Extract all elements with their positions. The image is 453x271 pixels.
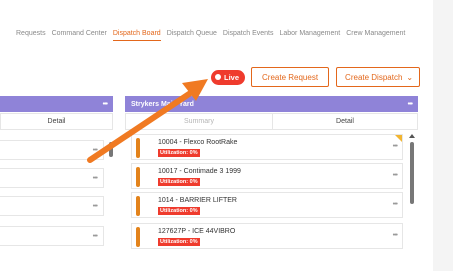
more-dots-icon[interactable]: ••• (393, 172, 398, 179)
more-dots-icon[interactable]: ••• (393, 143, 398, 150)
nav-item-requests[interactable]: Requests (16, 27, 46, 41)
equipment-card[interactable]: 1014 - BARRIER LIFTER Utilization: 0% ••… (131, 192, 403, 218)
left-column-subheader: Detail (0, 113, 113, 130)
chevron-down-icon: ⌄ (406, 72, 414, 82)
column-title: Strykers Main Yard (131, 100, 194, 108)
card-title: 10004 - Flexco RootRake (158, 139, 238, 146)
right-scroll-thumb[interactable] (410, 142, 414, 204)
scroll-up-icon[interactable] (409, 134, 415, 138)
top-nav: Requests Command Center Dispatch Board D… (0, 27, 411, 41)
right-column-subheader: Summary Detail (125, 113, 418, 130)
nav-item-dispatch-board[interactable]: Dispatch Board (112, 27, 161, 41)
left-list-item[interactable]: ••• (0, 168, 104, 188)
left-scroll-thumb[interactable] (109, 142, 113, 157)
live-toggle[interactable]: Live (211, 69, 246, 85)
detail-tab[interactable]: Detail (273, 118, 417, 125)
more-dots-icon[interactable]: ••• (93, 203, 98, 210)
corner-flag-icon (395, 135, 402, 142)
card-status-bar (136, 167, 140, 187)
page: Requests Command Center Dispatch Board D… (0, 0, 433, 271)
more-dots-icon[interactable]: ••• (93, 175, 98, 182)
equipment-card[interactable]: 10004 - Flexco RootRake Utilization: 0% … (131, 134, 403, 160)
nav-item-labor-management[interactable]: Labor Management (279, 27, 340, 41)
more-dots-icon[interactable]: ••• (393, 232, 398, 239)
card-title: 127627P - ICE 44VIBRO (158, 228, 236, 235)
equipment-card[interactable]: 127627P - ICE 44VIBRO Utilization: 0% ••… (131, 223, 403, 249)
utilization-badge: Utilization: 0% (158, 207, 200, 215)
card-status-bar (136, 227, 140, 247)
card-status-bar (136, 196, 140, 216)
right-column-header: Strykers Main Yard ••• (125, 96, 418, 112)
left-list-item[interactable]: ••• (0, 196, 104, 216)
left-detail-label[interactable]: Detail (48, 118, 66, 125)
nav-item-dispatch-events[interactable]: Dispatch Events (223, 27, 274, 41)
equipment-card[interactable]: 10017 - Contimade 3 1999 Utilization: 0%… (131, 163, 403, 189)
nav-item-command-center[interactable]: Command Center (52, 27, 107, 41)
card-title: 10017 - Contimade 3 1999 (158, 168, 241, 175)
create-dispatch-label: Create Dispatch (345, 72, 403, 82)
left-list-item[interactable]: ••• (0, 226, 104, 246)
toolbar: Live Create Request Create Dispatch ⌄ (211, 67, 421, 87)
more-dots-icon[interactable]: ••• (93, 147, 98, 154)
left-column-header: ••• (0, 96, 113, 112)
nav-item-crew-management[interactable]: Crew Management (346, 27, 405, 41)
utilization-badge: Utilization: 0% (158, 178, 200, 186)
left-list-item[interactable]: ••• (0, 140, 104, 160)
create-request-button[interactable]: Create Request (251, 67, 330, 87)
more-dots-icon[interactable]: ••• (93, 233, 98, 240)
more-dots-icon[interactable]: ••• (393, 201, 398, 208)
more-dots-icon[interactable]: ••• (408, 101, 413, 108)
utilization-badge: Utilization: 0% (158, 149, 200, 157)
card-title: 1014 - BARRIER LIFTER (158, 197, 237, 204)
live-dot-icon (215, 74, 221, 80)
summary-tab[interactable]: Summary (126, 114, 273, 129)
more-dots-icon[interactable]: ••• (103, 101, 108, 108)
card-status-bar (136, 138, 140, 158)
utilization-badge: Utilization: 0% (158, 238, 200, 246)
nav-item-dispatch-queue[interactable]: Dispatch Queue (167, 27, 217, 41)
live-label: Live (224, 72, 240, 82)
create-dispatch-button[interactable]: Create Dispatch ⌄ (336, 67, 421, 87)
